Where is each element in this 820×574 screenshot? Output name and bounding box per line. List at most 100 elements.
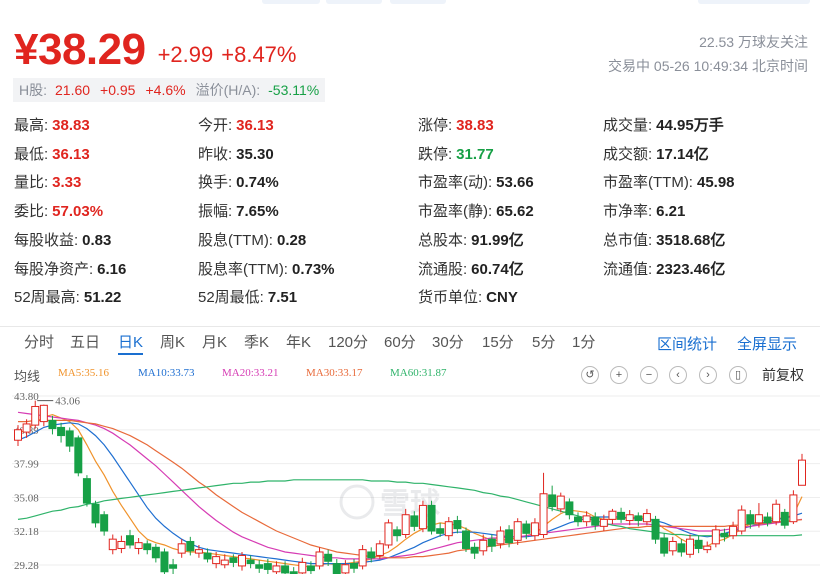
candle-body [479,539,488,552]
stat-label: 昨收: [198,145,233,163]
stats-row: 最低: 36.13 昨收: 35.30 跌停: 31.77 成交额: 17.14亿 [14,141,814,169]
stat-item: 货币单位: CNY [418,284,518,312]
tab-8[interactable]: 60分 [384,333,416,355]
candle-body [177,543,186,554]
ma-legend-3: MA30:33.17 [306,367,363,379]
tab-10[interactable]: 15分 [482,333,514,355]
candle [462,527,470,552]
stat-label: 跌停: [418,145,453,163]
stat-item: 52周最高: 51.22 [14,284,121,312]
stat-value: 53.66 [496,174,534,192]
price-change-percent: +8.47% [221,42,297,67]
candle-body [444,521,453,537]
zoom-in-icon[interactable]: + [610,366,628,384]
period-tabs: 分时 五日 日K 周K 月K 季K 年K 120分 60分 30分 15分 5分 1分 区间统计 全屏显示 [0,326,820,358]
stat-item: 市净率: 6.21 [603,198,685,226]
stat-value: 57.03% [52,203,104,221]
tab-7[interactable]: 120分 [328,333,368,355]
fullscreen-button[interactable]: 全屏显示 [737,333,797,354]
stat-value: 0.83 [82,231,112,249]
candle-body [375,543,384,556]
candle-body [22,423,31,433]
y-tick-label: 35.08 [14,492,39,504]
next-icon[interactable]: › [699,366,717,384]
y-tick-label: 29.28 [14,560,39,572]
stat-value: 3.33 [52,174,82,192]
candle-body [453,520,462,530]
tab-5[interactable]: 季K [244,333,269,355]
candle-body [642,513,651,523]
candle-body [720,532,729,538]
range-stats-button[interactable]: 区间统计 [657,333,717,354]
candle-body [780,511,789,526]
high-annotation-label: 43.06 [55,396,80,408]
candle-body [117,540,126,549]
candle-body [229,557,238,563]
price-row: ¥38.29 +2.99 +8.47% [14,18,296,72]
trading-status-time: 交易中 05-26 10:49:34 北京时间 [608,58,808,74]
candle-body [39,404,48,423]
stat-item: 流通股: 60.74亿 [418,256,524,284]
tab-4[interactable]: 月K [202,333,227,355]
stat-label: 市净率: [603,203,653,221]
stat-item: 昨收: 35.30 [198,141,274,169]
candle-body [591,516,600,526]
candle-body [711,529,720,545]
tab-1[interactable]: 五日 [70,333,100,355]
candle-body [272,565,281,573]
candle-body [238,554,246,567]
stat-item: 市盈率(TTM): 45.98 [603,169,735,197]
tab-6[interactable]: 年K [286,333,311,355]
stat-item: 跌停: 31.77 [418,141,494,169]
candle-body [530,522,539,537]
stat-value: 35.30 [236,145,274,163]
candle-body [14,429,22,441]
adjust-mode-button[interactable]: 前复权 [762,365,804,385]
candle-body [194,549,203,554]
stat-label: 每股收益: [14,231,79,249]
stat-item: 成交额: 17.14亿 [603,141,709,169]
candle [789,490,798,525]
reset-icon[interactable]: ↺ [581,366,599,384]
candle-body [315,551,324,567]
tab-9[interactable]: 30分 [432,333,464,355]
prev-icon[interactable]: ‹ [669,366,687,384]
tab-12[interactable]: 1分 [572,333,595,355]
candle-body [108,538,117,551]
candle-body [341,564,350,574]
stat-item: 振幅: 7.65% [198,198,279,226]
tab-2[interactable]: 日K [118,333,144,355]
candle [384,519,393,549]
candle-body [625,514,634,522]
candle-body [436,528,445,534]
stat-label: 委比: [14,203,49,221]
stat-value: 36.13 [236,117,274,134]
stat-label: 成交量: [603,117,653,134]
stat-value: 45.98 [696,174,735,192]
h-share-change-percent: +4.6% [145,82,186,98]
stat-value: 7.51 [267,289,298,307]
ma-title: 均线 [14,369,41,384]
stat-value: 17.14亿 [656,145,709,163]
candle-style-icon[interactable]: ▯ [729,366,747,384]
stat-item: 今开: 36.13 [198,112,274,140]
kline-chart-svg[interactable]: 43.8040.8937.9935.0832.1829.28雪球43.06 [0,388,820,574]
stat-value: 38.83 [52,117,90,134]
candle-body [169,564,178,569]
y-tick-label: 32.18 [14,526,39,538]
stat-value: 6.16 [97,260,127,278]
tab-0[interactable]: 分时 [24,333,54,355]
tab-3[interactable]: 周K [160,333,185,355]
stat-item: 每股净资产: 6.16 [14,256,126,284]
premium-value: -53.11% [268,82,320,98]
candle-body [677,543,686,553]
candle-body [703,545,712,551]
candle-body [410,515,419,527]
stat-value: 0.28 [276,231,307,249]
tab-11[interactable]: 5分 [532,333,555,355]
candle-body [143,543,152,551]
zoom-out-icon[interactable]: − [640,366,658,384]
candle-body [332,563,341,574]
kline-chart[interactable]: 43.8040.8937.9935.0832.1829.28雪球43.06 [0,388,820,574]
candle-body [599,518,608,527]
